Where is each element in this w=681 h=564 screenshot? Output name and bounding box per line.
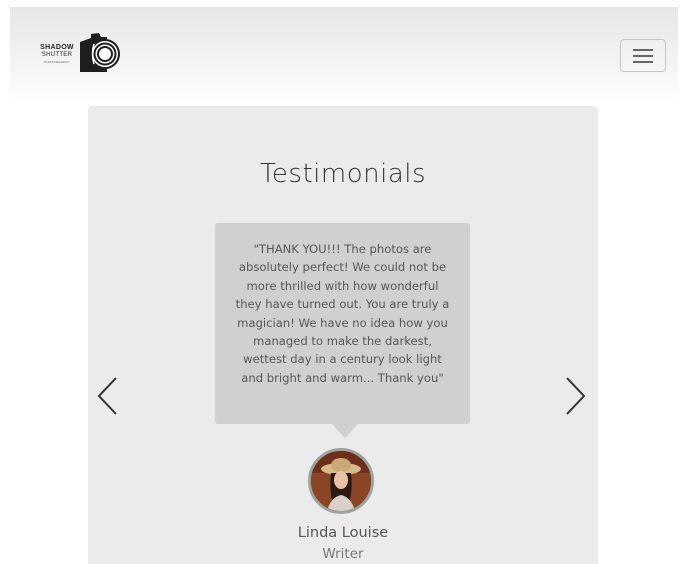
page: SHADOW SHUTTER PHOTOGRAPHY Testimonials …: [10, 7, 678, 564]
site-logo[interactable]: SHADOW SHUTTER PHOTOGRAPHY: [36, 32, 126, 78]
chevron-right-icon: [566, 377, 586, 415]
testimonial-author-role: Writer: [322, 546, 364, 562]
hamburger-menu-icon: [633, 49, 653, 51]
logo-line-photography: PHOTOGRAPHY: [44, 60, 70, 64]
testimonials-section: Testimonials "THANK YOU!!! The photos ar…: [88, 106, 598, 564]
testimonial-quote-bubble: "THANK YOU!!! The photos are absolutely …: [215, 223, 470, 438]
logo-line-shutter: SHUTTER: [41, 52, 73, 58]
chevron-left-icon: [97, 377, 117, 415]
hamburger-menu-icon-bottom: [633, 61, 653, 63]
avatar: [308, 448, 374, 514]
logo-line-shadow: SHADOW: [40, 44, 74, 51]
avatar-portrait-image: [311, 451, 371, 511]
carousel-prev-button[interactable]: [96, 374, 124, 418]
section-title: Testimonials: [259, 159, 427, 189]
carousel-next-button[interactable]: [562, 374, 590, 418]
camera-icon: [80, 33, 120, 72]
logo-wordmark: SHADOW SHUTTER PHOTOGRAPHY: [36, 44, 78, 65]
testimonial-quote-text: "THANK YOU!!! The photos are absolutely …: [235, 242, 450, 385]
site-header: SHADOW SHUTTER PHOTOGRAPHY: [10, 7, 678, 105]
hamburger-menu-icon-middle: [633, 55, 653, 57]
testimonial-author-name: Linda Louise: [297, 525, 389, 541]
menu-toggle-button[interactable]: [620, 39, 666, 72]
